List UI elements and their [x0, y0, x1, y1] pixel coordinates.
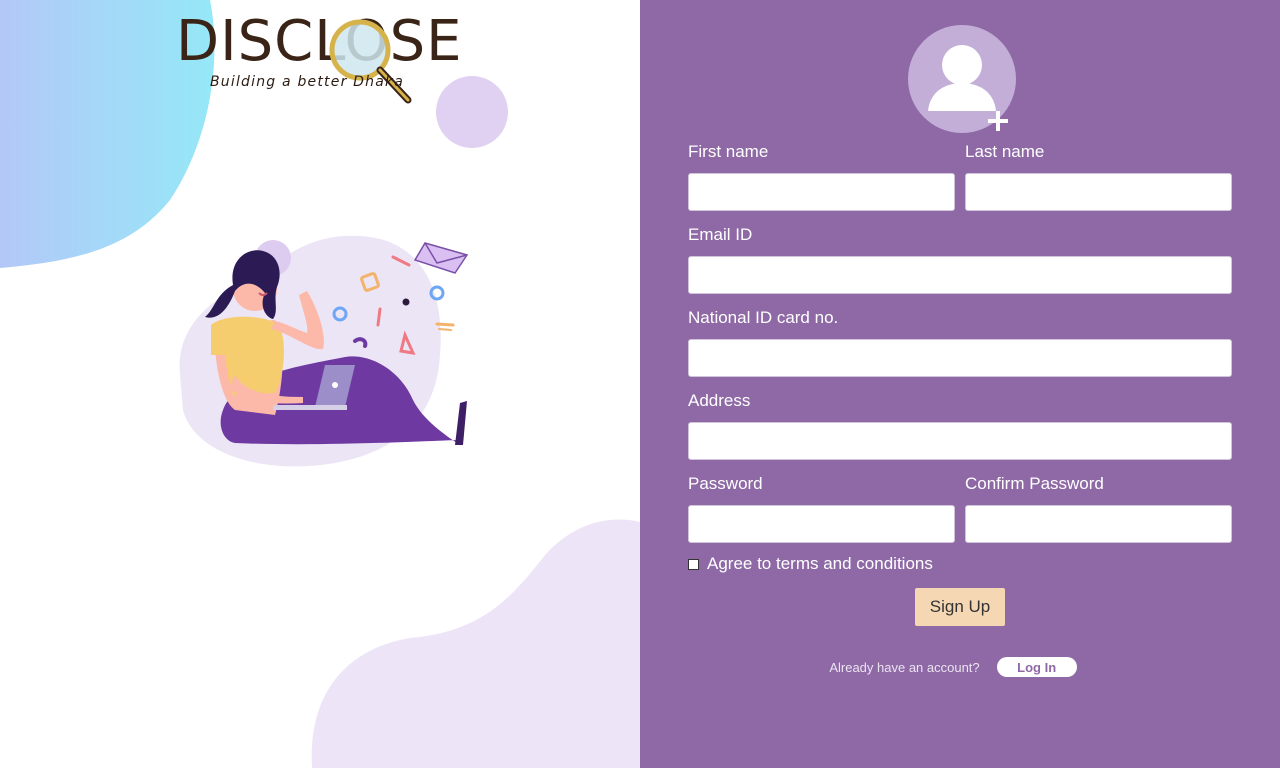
password-input[interactable] [688, 505, 955, 543]
lavender-blob [311, 519, 640, 768]
email-input[interactable] [688, 256, 1232, 294]
signup-button[interactable]: Sign Up [915, 588, 1005, 626]
last-name-group: Last name [965, 140, 1232, 211]
national-id-input[interactable] [688, 339, 1232, 377]
last-name-input[interactable] [965, 173, 1232, 211]
signup-panel: First name Last name Email ID National I… [640, 0, 1280, 768]
last-name-label: Last name [965, 142, 1045, 161]
name-row: First name Last name [688, 140, 1232, 211]
email-group: Email ID [688, 223, 1232, 294]
signup-form: First name Last name Email ID National I… [688, 140, 1232, 626]
left-panel: DISCLOSE Building a better Dhaka [0, 0, 640, 768]
account-prompt-text: Already have an account? [829, 659, 980, 675]
national-id-label: National ID card no. [688, 308, 839, 327]
address-label: Address [688, 391, 751, 410]
magnifier-icon [329, 19, 412, 104]
address-group: Address [688, 389, 1232, 460]
email-label: Email ID [688, 225, 753, 244]
login-prompt-row: Already have an account? Log In [640, 657, 1280, 677]
logo-tagline: Building a better Dhaka [210, 74, 405, 90]
first-name-input[interactable] [688, 173, 955, 211]
confirm-password-label: Confirm Password [965, 474, 1104, 493]
password-row: Password Confirm Password [688, 472, 1232, 543]
address-input[interactable] [688, 422, 1232, 460]
terms-row: Agree to terms and conditions [688, 553, 1232, 575]
first-name-label: First name [688, 142, 769, 161]
address-row: Address [688, 389, 1232, 460]
envelope-icon [413, 242, 469, 274]
confirm-password-input[interactable] [965, 505, 1232, 543]
password-group: Password [688, 472, 955, 543]
national-id-group: National ID card no. [688, 306, 1232, 377]
add-user-icon [908, 25, 1016, 133]
confirm-password-group: Confirm Password [965, 472, 1232, 543]
terms-checkbox[interactable] [688, 558, 699, 570]
signup-button-wrap: Sign Up [688, 588, 1232, 626]
first-name-group: First name [688, 140, 955, 211]
brand-logo: DISCLOSE Building a better Dhaka [176, 12, 466, 104]
terms-label[interactable]: Agree to terms and conditions [707, 554, 933, 574]
password-label: Password [688, 474, 763, 493]
woman-with-laptop-illustration [179, 235, 469, 467]
login-button[interactable]: Log In [996, 657, 1077, 677]
email-row: Email ID [688, 223, 1232, 294]
national-id-row: National ID card no. [688, 306, 1232, 377]
